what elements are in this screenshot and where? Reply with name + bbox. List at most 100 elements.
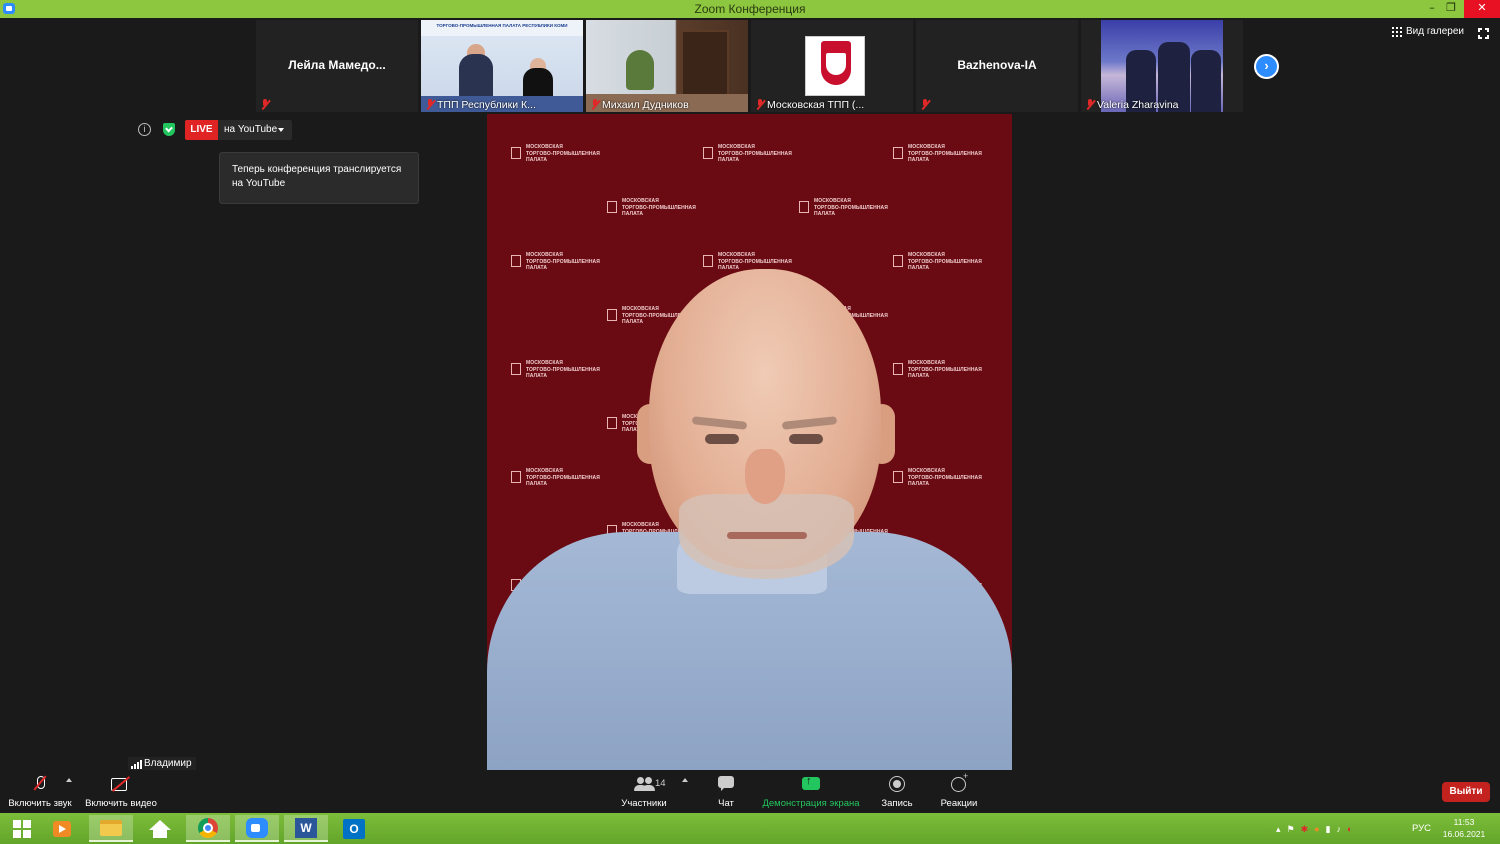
audio-options-caret-icon[interactable]	[66, 778, 72, 782]
stream-tooltip: Теперь конференция транслируется на YouT…	[219, 152, 419, 204]
start-video-button[interactable]: Включить видео	[84, 774, 158, 809]
unmute-button[interactable]: Включить звук	[6, 774, 74, 809]
network-icon[interactable]: ▮	[1326, 824, 1331, 835]
chat-button[interactable]: Чат	[706, 774, 746, 809]
moscow-tpp-logo	[805, 36, 865, 96]
taskbar-media-player[interactable]	[40, 815, 84, 842]
chevron-right-icon[interactable]: ›	[1254, 54, 1279, 79]
clock-time: 11:53	[1453, 817, 1475, 827]
window-title-bar: Zoom Конференция – ❐ ✕	[0, 0, 1500, 18]
security-shield-icon[interactable]	[163, 123, 175, 136]
word-icon: W	[295, 817, 317, 838]
participants-label: Участники	[621, 798, 667, 809]
speaker-face	[745, 449, 785, 504]
mic-muted-icon	[1085, 99, 1095, 110]
self-name: Владимир	[144, 758, 192, 769]
close-button[interactable]: ✕	[1464, 0, 1500, 18]
system-tray: ▴ ⚑ ✱ ● ▮ ♪ ◐	[1276, 821, 1352, 837]
record-label: Запись	[881, 798, 913, 809]
participants-count: 14	[655, 778, 666, 789]
info-icon[interactable]: i	[138, 123, 151, 136]
participant-tile[interactable]: Valeria Zharavina	[1081, 20, 1243, 112]
mic-muted-icon	[920, 99, 930, 110]
chat-icon	[717, 774, 735, 794]
active-speaker-video: МОСКОВСКАЯ ТОРГОВО-ПРОМЫШЛЕННАЯ ПАЛАТА МОСК…	[487, 114, 1012, 771]
participant-name: ТПП Республики К...	[437, 99, 536, 111]
stream-platform-label: на YouTube	[224, 124, 278, 135]
gallery-view-button[interactable]: Вид галереи	[1392, 26, 1464, 37]
speaker-person	[487, 114, 1012, 771]
meeting-area: Лейла Мамедо... ТОРГОВО-ПРОМЫШЛЕННАЯ ПАЛ…	[0, 18, 1500, 771]
signal-strength-icon	[131, 760, 142, 769]
language-indicator[interactable]: РУС	[1412, 823, 1431, 834]
antivirus-icon[interactable]: ✱	[1301, 824, 1309, 835]
participants-options-caret-icon[interactable]	[682, 778, 688, 782]
fullscreen-icon[interactable]	[1477, 27, 1490, 40]
mic-off-icon	[33, 774, 47, 794]
windows-logo-icon	[13, 819, 31, 838]
mic-muted-icon	[590, 99, 600, 110]
folder-icon	[100, 819, 122, 836]
volume-icon[interactable]: ♪	[1337, 824, 1342, 834]
participant-tile[interactable]: Bazhenova-IA	[916, 20, 1078, 112]
record-icon	[888, 774, 906, 794]
chrome-icon	[198, 817, 218, 838]
participant-tile[interactable]: ТОРГОВО-ПРОМЫШЛЕННАЯ ПАЛАТА РЕСПУБЛИКИ К…	[421, 20, 583, 112]
taskbar-word[interactable]: W	[284, 815, 328, 842]
home-icon	[149, 819, 171, 838]
tray-expand-icon[interactable]: ▴	[1276, 824, 1281, 835]
start-button[interactable]	[0, 815, 44, 842]
speaker-face	[727, 532, 807, 539]
system-clock[interactable]: 11:53 16.06.2021	[1440, 816, 1488, 840]
self-view-label: Владимир	[128, 757, 196, 771]
share-screen-label: Демонстрация экрана	[762, 798, 860, 809]
participant-name: Московская ТПП (...	[767, 99, 865, 111]
participant-video	[681, 30, 729, 100]
taskbar-file-explorer[interactable]	[89, 815, 133, 842]
caret-down-icon	[278, 128, 284, 132]
restore-button[interactable]: ❐	[1437, 0, 1465, 18]
taskbar-home[interactable]	[138, 815, 182, 842]
clock-date: 16.06.2021	[1442, 829, 1486, 839]
reactions-icon	[949, 771, 969, 794]
taskbar-outlook[interactable]: O	[332, 815, 376, 842]
power-icon[interactable]: ◐	[1347, 824, 1352, 834]
share-screen-button[interactable]: Демонстрация экрана	[760, 774, 862, 809]
participant-name: Лейла Мамедо...	[288, 58, 386, 72]
reactions-label: Реакции	[940, 798, 978, 809]
share-screen-icon	[801, 774, 821, 794]
participant-video	[626, 50, 654, 90]
video-off-icon	[110, 774, 132, 794]
shield-emblem	[821, 41, 851, 85]
grid-icon	[1392, 26, 1402, 37]
windows-taskbar: W O ▴ ⚑ ✱ ● ▮ ♪ ◐ РУС 11:53 16.06.2021	[0, 813, 1500, 844]
participants-icon	[633, 774, 655, 794]
flag-icon[interactable]: ⚑	[1287, 824, 1295, 835]
unmute-label: Включить звук	[8, 798, 72, 809]
tray-app-icon[interactable]: ●	[1314, 824, 1319, 834]
zoom-icon	[246, 817, 268, 838]
speaker-face	[789, 434, 823, 444]
participant-tile[interactable]: Михаил Дудников	[586, 20, 748, 112]
taskbar-chrome[interactable]	[186, 815, 230, 842]
start-video-label: Включить видео	[85, 798, 157, 809]
record-button[interactable]: Запись	[876, 774, 918, 809]
participant-video	[1191, 50, 1221, 112]
stream-platform-dropdown[interactable]: на YouTube	[218, 120, 292, 140]
chat-label: Чат	[718, 798, 734, 809]
meeting-toolbar: Включить звук Включить видео Участники 1…	[0, 770, 1500, 813]
participant-name: Bazhenova-IA	[957, 58, 1037, 72]
gallery-strip: Лейла Мамедо... ТОРГОВО-ПРОМЫШЛЕННАЯ ПАЛ…	[256, 20, 1244, 112]
mic-muted-icon	[260, 99, 270, 110]
outlook-icon: O	[343, 818, 365, 839]
leave-meeting-button[interactable]: Выйти	[1442, 782, 1490, 802]
participant-tile[interactable]: Московская ТПП (...	[751, 20, 913, 112]
media-player-icon	[53, 820, 71, 837]
participant-tile[interactable]: Лейла Мамедо...	[256, 20, 418, 112]
taskbar-zoom[interactable]	[235, 815, 279, 842]
gallery-view-label: Вид галереи	[1406, 26, 1464, 37]
reactions-button[interactable]: Реакции	[936, 771, 982, 809]
speaker-face	[705, 434, 739, 444]
live-badge[interactable]: LIVE	[185, 120, 218, 140]
window-title: Zoom Конференция	[694, 2, 806, 16]
